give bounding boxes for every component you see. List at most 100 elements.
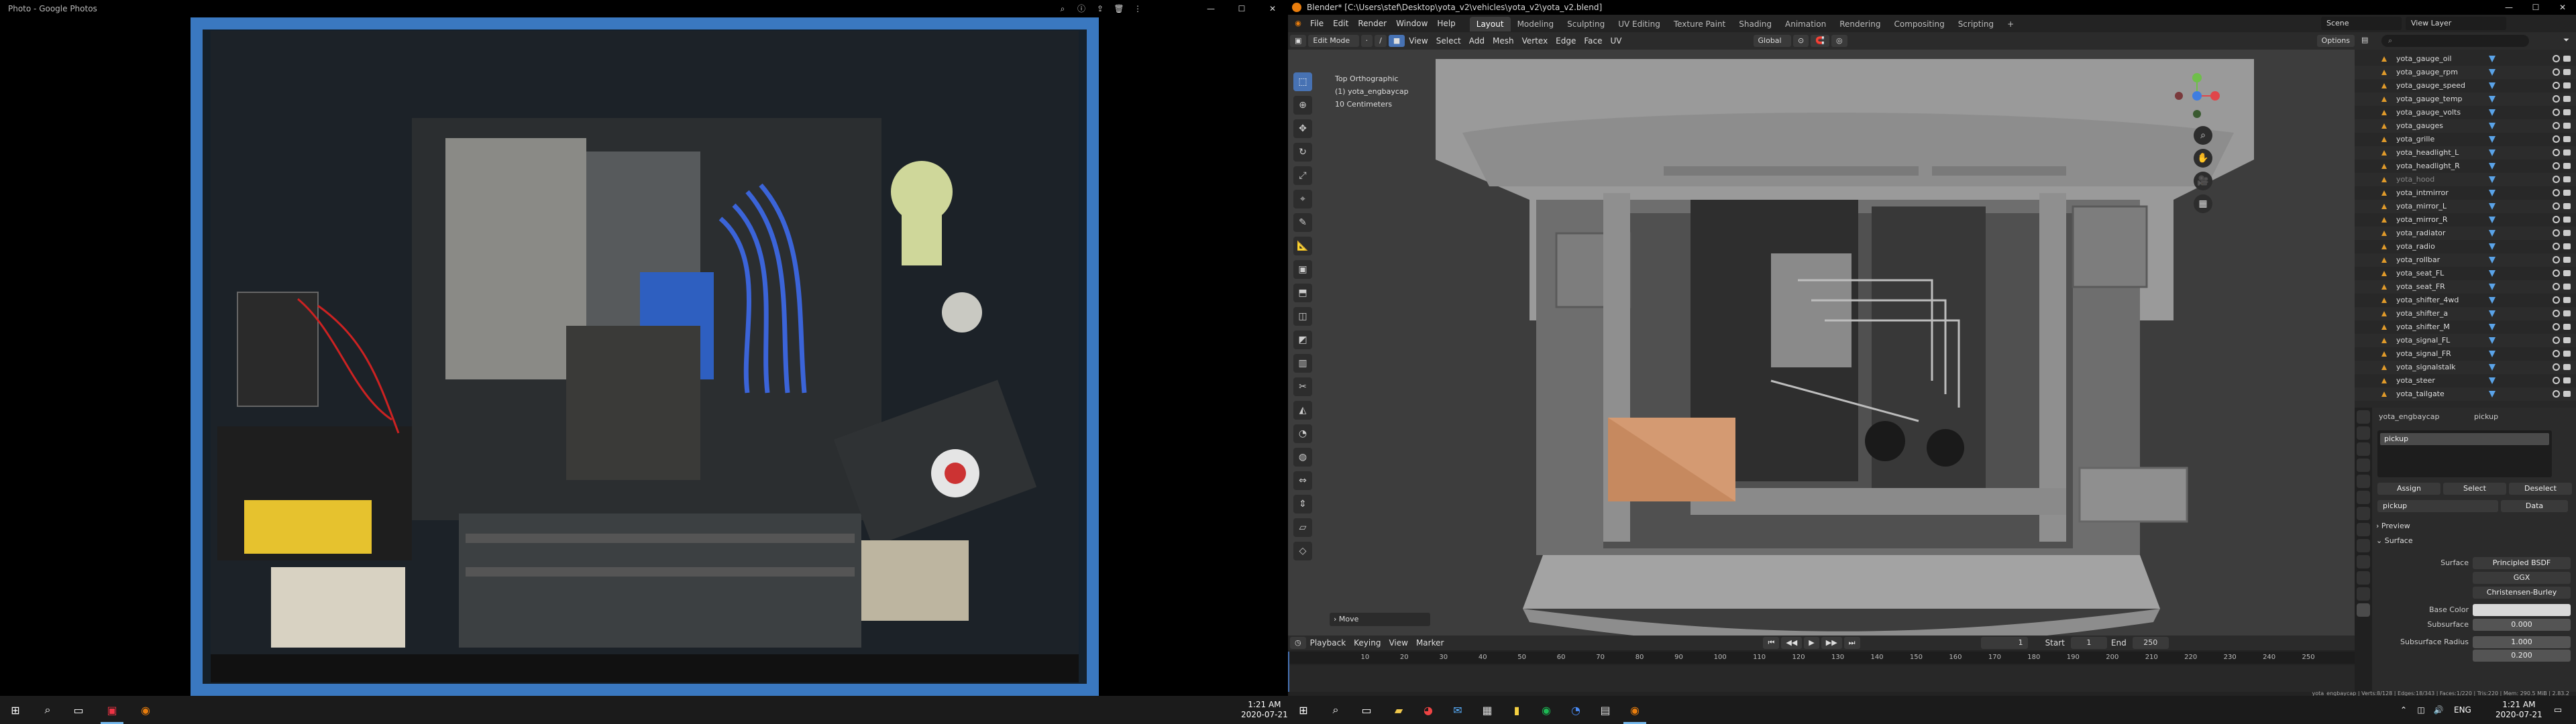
render-camera-icon[interactable]: [2563, 230, 2571, 236]
base-color-swatch[interactable]: [2473, 604, 2571, 616]
outliner-row[interactable]: yota_signalstalk: [2355, 361, 2576, 374]
windows-start-icon[interactable]: ⊞: [7, 701, 24, 719]
menu-help[interactable]: Help: [1432, 15, 1460, 32]
engine-bay-photo[interactable]: [191, 17, 1099, 696]
mesh-data-icon[interactable]: [2489, 391, 2496, 398]
visibility-eye-icon[interactable]: [2553, 377, 2560, 384]
mesh-data-icon[interactable]: [2489, 96, 2496, 103]
share-icon[interactable]: ⇪: [1091, 0, 1110, 17]
shear-tool-icon[interactable]: ▱: [1293, 518, 1312, 537]
menu-file[interactable]: File: [1305, 15, 1328, 32]
mesh-data-icon[interactable]: [2489, 297, 2496, 304]
render-camera-icon[interactable]: [2563, 270, 2571, 276]
add-cube-tool-icon[interactable]: ▣: [1293, 260, 1312, 279]
calendar-icon[interactable]: ▤: [1597, 701, 1614, 719]
outliner-row[interactable]: yota_mirror_R: [2355, 213, 2576, 227]
mail-icon[interactable]: ✉: [1449, 701, 1466, 719]
assign-button[interactable]: Assign: [2377, 483, 2440, 495]
render-camera-icon[interactable]: [2563, 364, 2571, 370]
mesh-data-icon[interactable]: [2489, 136, 2496, 143]
mesh-data-icon[interactable]: [2489, 257, 2496, 263]
properties-editor[interactable]: yota_engbaycap pickup pickup Assign Sele…: [2355, 408, 2576, 692]
physics-tab-icon[interactable]: [2357, 555, 2370, 568]
outliner-row[interactable]: yota_steer: [2355, 374, 2576, 387]
subsurface-radius-x[interactable]: 1.000: [2473, 636, 2571, 648]
minimize-button[interactable]: —: [1195, 0, 1226, 17]
render-camera-icon[interactable]: [2563, 217, 2571, 223]
menu-render[interactable]: Render: [1353, 15, 1391, 32]
maximize-button[interactable]: ☐: [1226, 0, 1257, 17]
outliner-row[interactable]: yota_seat_FR: [2355, 280, 2576, 294]
mesh-data-icon[interactable]: [2489, 190, 2496, 196]
measure-tool-icon[interactable]: 📐: [1293, 237, 1312, 255]
outliner-filter-icon[interactable]: ▤: [2361, 36, 2368, 44]
select-box-tool-icon[interactable]: ⬚: [1293, 72, 1312, 91]
blender-app-icon[interactable]: ◉: [137, 701, 154, 719]
visibility-eye-icon[interactable]: [2553, 135, 2560, 143]
render-camera-icon[interactable]: [2563, 96, 2571, 102]
world-tab-icon[interactable]: [2357, 491, 2370, 504]
outliner-row[interactable]: yota_radiator: [2355, 227, 2576, 240]
material-slot-list[interactable]: pickup: [2377, 430, 2552, 477]
view-layer-selector[interactable]: View Layer: [2406, 17, 2506, 30]
outliner-row[interactable]: yota_rollbar: [2355, 253, 2576, 267]
volume-icon[interactable]: 🔊: [2430, 701, 2447, 719]
mesh-data-icon[interactable]: [2489, 217, 2496, 223]
visibility-eye-icon[interactable]: [2553, 310, 2560, 317]
tab-modeling[interactable]: Modeling: [1511, 17, 1561, 32]
render-camera-icon[interactable]: [2563, 310, 2571, 316]
jump-end-icon[interactable]: ⏭: [1843, 637, 1860, 649]
mesh-data-icon[interactable]: [2489, 69, 2496, 76]
tab-compositing[interactable]: Compositing: [1887, 17, 1951, 32]
file-explorer-icon[interactable]: ▰: [1390, 701, 1407, 719]
delete-icon[interactable]: 🗑: [1110, 0, 1128, 17]
render-camera-icon[interactable]: [2563, 190, 2571, 196]
deselect-button[interactable]: Deselect: [2509, 483, 2572, 495]
outliner-row[interactable]: yota_radio: [2355, 240, 2576, 253]
render-camera-icon[interactable]: [2563, 56, 2571, 62]
subsurface-method-field[interactable]: Christensen-Burley: [2473, 587, 2571, 599]
loop-cut-tool-icon[interactable]: ▥: [1293, 354, 1312, 373]
outliner-row[interactable]: yota_shifter_a: [2355, 307, 2576, 320]
outliner-row[interactable]: yota_signal_FR: [2355, 347, 2576, 361]
outliner-search-field[interactable]: ⌕: [2381, 35, 2529, 47]
visibility-eye-icon[interactable]: [2553, 256, 2560, 263]
surface-section-header[interactable]: ⌄ Surface: [2376, 536, 2413, 545]
tab-sculpting[interactable]: Sculpting: [1560, 17, 1611, 32]
tool-tab-icon[interactable]: [2357, 410, 2370, 424]
render-camera-icon[interactable]: [2563, 176, 2571, 182]
sticky-notes-icon[interactable]: ▮: [1508, 701, 1525, 719]
visibility-eye-icon[interactable]: [2553, 176, 2560, 183]
mesh-data-icon[interactable]: [2489, 123, 2496, 129]
mesh-data-icon[interactable]: [2489, 351, 2496, 357]
visibility-eye-icon[interactable]: [2553, 55, 2560, 62]
more-options-icon[interactable]: ⋮: [1128, 0, 1147, 17]
visibility-eye-icon[interactable]: [2553, 229, 2560, 237]
timeline-ruler[interactable]: 10 20 30 40 50 60 70 80 90 100 110 120 130 140 150 160 1…: [1288, 652, 2355, 664]
tab-rendering[interactable]: Rendering: [1833, 17, 1887, 32]
menu-edit[interactable]: Edit: [1328, 15, 1353, 32]
render-tab-icon[interactable]: [2357, 426, 2370, 440]
blender-maximize-button[interactable]: ☐: [2522, 0, 2549, 15]
object-tab-icon[interactable]: [2357, 507, 2370, 520]
menu-marker[interactable]: Marker: [1412, 638, 1448, 648]
render-camera-icon[interactable]: [2563, 163, 2571, 169]
search-icon[interactable]: ⌕: [39, 701, 56, 719]
funnel-icon[interactable]: ⏷: [2563, 36, 2569, 45]
visibility-eye-icon[interactable]: [2553, 243, 2560, 250]
add-workspace-button[interactable]: +: [2000, 17, 2021, 32]
outliner-row[interactable]: yota_gauge_volts: [2355, 106, 2576, 119]
render-camera-icon[interactable]: [2563, 82, 2571, 88]
mesh-data-icon[interactable]: [2489, 377, 2496, 384]
play-icon[interactable]: ▶: [1804, 637, 1819, 649]
blender-menu-logo-icon[interactable]: ◉: [1291, 16, 1305, 31]
move-tool-icon[interactable]: ✥: [1293, 119, 1312, 138]
language-indicator[interactable]: ENG: [2454, 705, 2471, 715]
constraints-tab-icon[interactable]: [2357, 571, 2370, 585]
visibility-eye-icon[interactable]: [2553, 269, 2560, 277]
render-camera-icon[interactable]: [2563, 377, 2571, 383]
visibility-eye-icon[interactable]: [2553, 95, 2560, 103]
mesh-data-icon[interactable]: [2489, 310, 2496, 317]
render-camera-icon[interactable]: [2563, 337, 2571, 343]
mesh-data-icon[interactable]: [2489, 230, 2496, 237]
